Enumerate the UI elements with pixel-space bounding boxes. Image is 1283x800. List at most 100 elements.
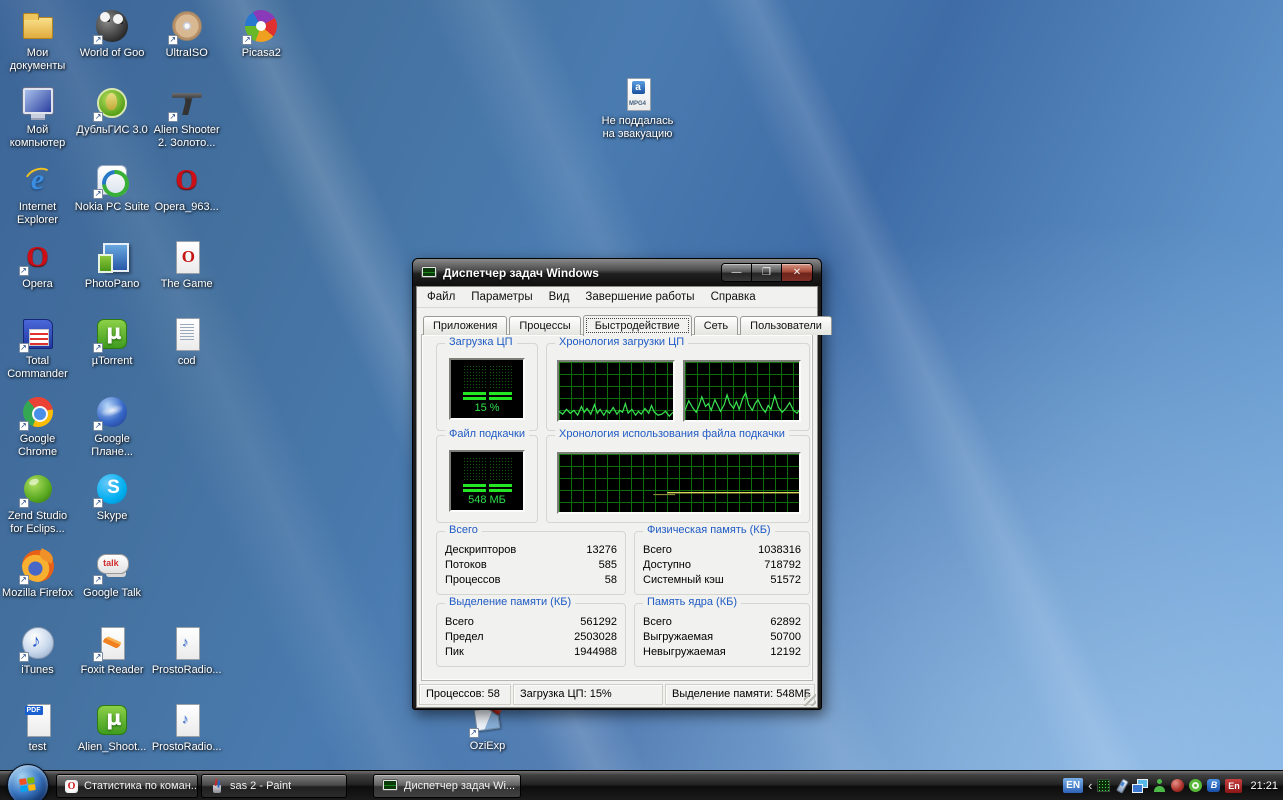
title-bar[interactable]: Диспетчер задач Windows — ❐ ✕: [413, 259, 821, 286]
bluetooth-icon[interactable]: B: [1207, 779, 1220, 792]
desktop-icon-foxit-reader[interactable]: ↗Foxit Reader: [75, 625, 150, 677]
menu-options[interactable]: Параметры: [463, 288, 540, 306]
tab-network[interactable]: Сеть: [694, 316, 738, 335]
shortcut-arrow-overlay: ↗: [93, 575, 103, 585]
language-indicator[interactable]: EN: [1063, 778, 1083, 793]
opera-task-icon: O: [65, 780, 78, 793]
taskbar-button-paint[interactable]: sas 2 - Paint: [201, 774, 347, 798]
stat-row: Всего62892: [635, 615, 809, 630]
desktop-icon-label: Picasa2: [242, 47, 281, 60]
pagefile-group-label: Файл подкачки: [445, 428, 529, 440]
network-connections-icon[interactable]: [1132, 779, 1148, 793]
desktop-icon-label: µTorrent: [92, 355, 133, 368]
stat-key: Системный кэш: [643, 573, 724, 588]
desktop-icon-internet-explorer[interactable]: Internet Explorer: [0, 162, 75, 227]
menu-help[interactable]: Справка: [703, 288, 764, 306]
menu-file[interactable]: Файл: [419, 288, 463, 306]
clock[interactable]: 21:21: [1250, 780, 1278, 792]
desktop-icon-photopano[interactable]: PhotoPano: [75, 239, 150, 291]
resize-grip[interactable]: [804, 694, 816, 706]
desktop-icon-torrent-file[interactable]: Alien_Shoot...: [75, 702, 150, 754]
desktop-icon-world-of-goo[interactable]: ↗World of Goo: [75, 8, 150, 60]
photopano-icon: [94, 239, 130, 275]
window-buttons: — ❐ ✕: [721, 263, 813, 282]
desktop-icon-label: Google Chrome: [0, 433, 75, 459]
desktop-icon-my-computer[interactable]: Мой компьютер: [0, 85, 75, 150]
close-button[interactable]: ✕: [782, 264, 812, 281]
desktop-icon-zend-studio[interactable]: ↗Zend Studio for Eclips...: [0, 471, 75, 536]
prostoradio-file-icon: [169, 625, 205, 661]
taskbar-button-opera[interactable]: OСтатистика по коман...: [56, 774, 198, 798]
group-label: Всего: [445, 524, 482, 536]
taskbar-button-taskman[interactable]: Диспетчер задач Wi...: [373, 774, 521, 798]
desktop-icon-label: UltraISO: [166, 47, 208, 60]
file-type-badge: MPG4: [628, 101, 648, 107]
group-label: Выделение памяти (КБ): [445, 596, 575, 608]
desktop-icon-prostoradio-file[interactable]: ProstoRadio...: [149, 625, 224, 677]
shortcut-arrow-overlay: ↗: [93, 421, 103, 431]
stat-key: Дескрипторов: [445, 543, 516, 558]
desktop-icon-label: Zend Studio for Eclips...: [0, 510, 75, 536]
tab-applications[interactable]: Приложения: [423, 316, 507, 335]
desktop-icon-firefox[interactable]: ↗Mozilla Firefox: [0, 548, 75, 600]
stat-row: Дескрипторов13276: [437, 543, 625, 558]
group-label: Физическая память (КБ): [643, 524, 775, 536]
desktop[interactable]: Мои документы↗World of Goo↗UltraISO↗Pica…: [0, 0, 1283, 800]
desktop-icon-total-commander[interactable]: ↗Total Commander: [0, 316, 75, 381]
totals-group: ВсегоДескрипторов13276Потоков585Процессо…: [436, 531, 626, 595]
desktop-icon-pdf-test[interactable]: test: [0, 702, 75, 754]
desktop-icon-google-earth[interactable]: ↗Google Плане...: [75, 394, 150, 459]
desktop-icon-prostoradio-file[interactable]: ProstoRadio...: [149, 702, 224, 754]
user-status-icon[interactable]: [1153, 779, 1166, 792]
desktop-icon-picasa[interactable]: ↗Picasa2: [224, 8, 299, 60]
desktop-icon-google-talk[interactable]: ↗Google Talk: [75, 548, 150, 600]
desktop-icon-my-documents[interactable]: Мои документы: [0, 8, 75, 73]
punto-switcher-icon[interactable]: En: [1225, 779, 1242, 793]
desktop-icon-text-file[interactable]: cod: [149, 316, 224, 368]
start-button[interactable]: [7, 764, 49, 800]
shortcut-arrow-overlay: ↗: [19, 575, 29, 585]
tab-processes[interactable]: Процессы: [509, 316, 580, 335]
prostoradio-file-icon: [169, 702, 205, 738]
maximize-button[interactable]: ❐: [752, 264, 782, 281]
red-orb-app-icon[interactable]: [1171, 779, 1184, 792]
desktop-icon-opera[interactable]: ↗Opera: [0, 239, 75, 291]
network-activity-icon[interactable]: [1097, 779, 1110, 792]
desktop-icon-alien-shooter[interactable]: ↗Alien Shooter 2. Золото...: [149, 85, 224, 150]
desktop-icon-opera-installer[interactable]: Opera_963...: [149, 162, 224, 214]
chrome-icon: ↗: [20, 394, 56, 430]
desktop-icon-ultraiso[interactable]: ↗UltraISO: [149, 8, 224, 60]
firefox-icon: ↗: [20, 548, 56, 584]
green-ring-app-icon[interactable]: [1189, 779, 1202, 792]
desktop-icon-label: Мой компьютер: [0, 124, 75, 150]
tab-users[interactable]: Пользователи: [740, 316, 832, 335]
pdf-test-icon: [20, 702, 56, 738]
desktop-icon-chrome[interactable]: ↗ Google Chrome: [0, 394, 75, 459]
tab-performance[interactable]: Быстродействие: [583, 315, 692, 336]
desktop-icon-utorrent[interactable]: ↗µTorrent: [75, 316, 150, 368]
desktop-icon-itunes[interactable]: ↗iTunes: [0, 625, 75, 677]
desktop-icon-mpg4-video[interactable]: MPG4Не поддалась на эвакуацию: [600, 76, 675, 141]
phone-icon[interactable]: [1115, 779, 1127, 793]
menu-shutdown[interactable]: Завершение работы: [577, 288, 702, 306]
desktop-icon-dublgis[interactable]: ↗ДубльГИС 3.0: [75, 85, 150, 137]
tab-strip: ПриложенияПроцессыБыстродействиеСетьПоль…: [423, 315, 834, 335]
cpu-history-graph-2: [683, 360, 801, 422]
desktop-icon-the-game[interactable]: The Game: [149, 239, 224, 291]
desktop-icon-label: test: [29, 741, 47, 754]
opera-installer-icon: [169, 162, 205, 198]
opera-icon: ↗: [20, 239, 56, 275]
desktop-icon-skype[interactable]: ↗Skype: [75, 471, 150, 523]
minimize-button[interactable]: —: [722, 264, 752, 281]
foxit-reader-icon: ↗: [94, 625, 130, 661]
stat-key: Всего: [445, 615, 474, 630]
task-manager-icon: [421, 266, 437, 280]
cpu-usage-value: 15 %: [451, 402, 523, 414]
desktop-icon-label: Alien Shooter 2. Золото...: [149, 124, 224, 150]
shortcut-arrow-overlay: ↗: [93, 189, 103, 199]
desktop-icon-nokia-pc-suite[interactable]: ↗Nokia PC Suite: [75, 162, 150, 214]
desktop-icon-label: ProstoRadio...: [152, 741, 222, 754]
menu-view[interactable]: Вид: [541, 288, 578, 306]
chevron-left-icon[interactable]: ‹: [1088, 779, 1092, 792]
task-manager-icon: [382, 779, 398, 793]
